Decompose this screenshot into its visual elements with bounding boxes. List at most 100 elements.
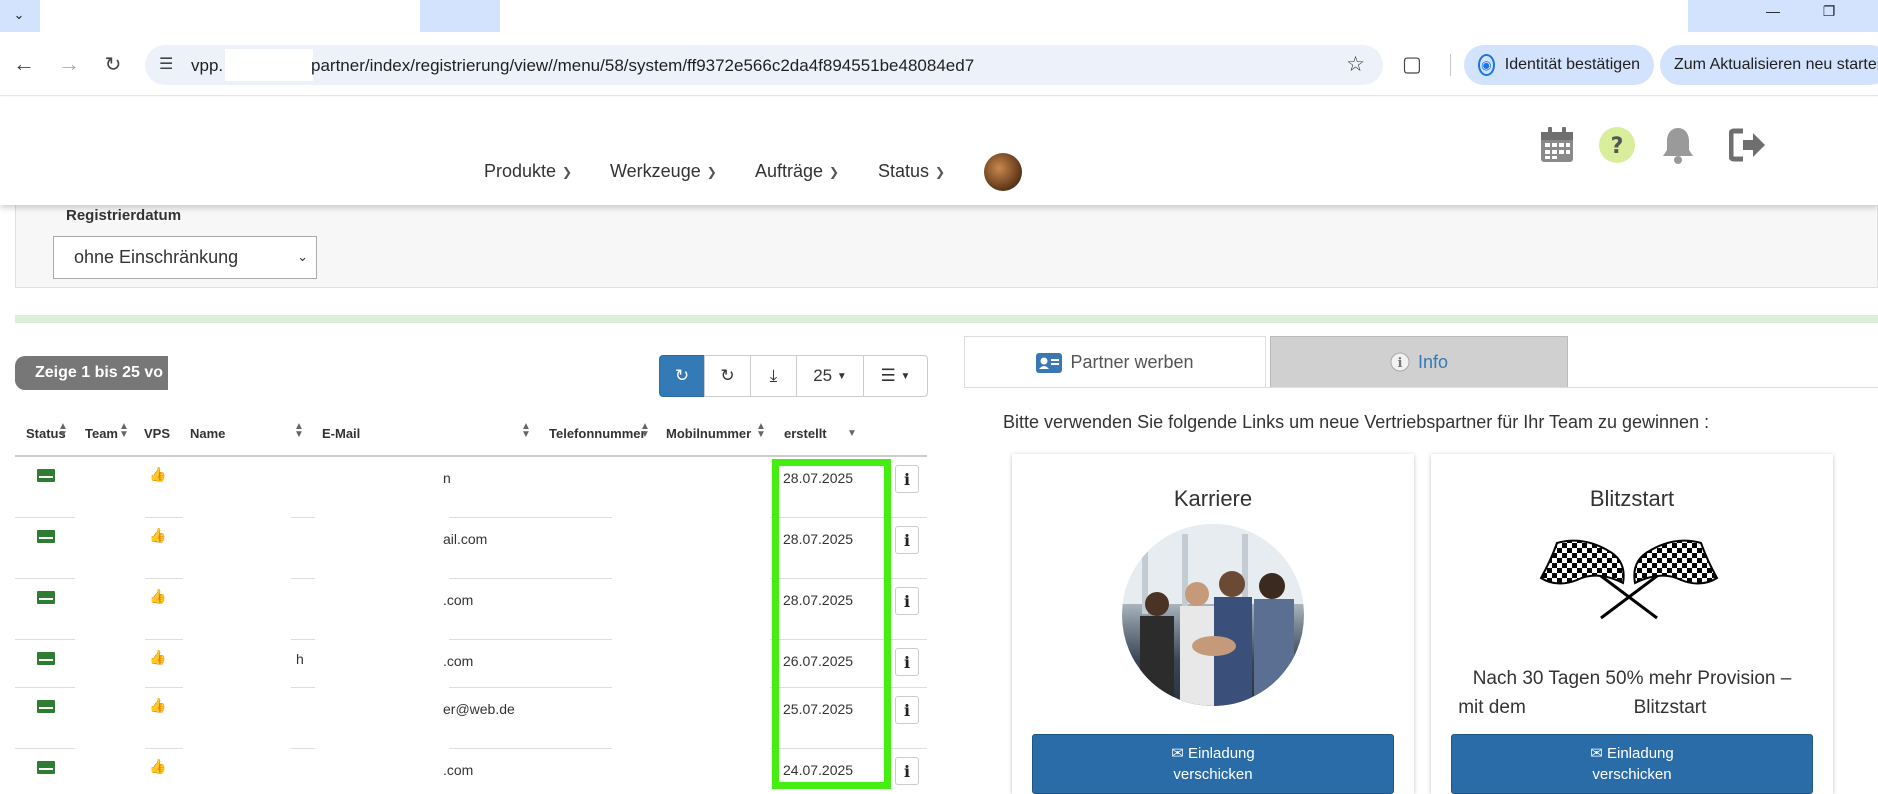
- calendar-icon[interactable]: [1537, 125, 1577, 165]
- email-cell: .com: [443, 653, 474, 669]
- chevron-down-icon: ❯: [829, 164, 840, 179]
- envelope-icon[interactable]: [37, 530, 55, 543]
- pagination-info: Zeige 1 bis 25 vo: [15, 356, 180, 390]
- logout-icon[interactable]: [1728, 125, 1768, 165]
- col-vps[interactable]: VPS: [144, 426, 170, 441]
- info-icon[interactable]: i: [895, 757, 919, 785]
- info-redaction: [168, 343, 375, 407]
- info-icon[interactable]: i: [895, 587, 919, 615]
- registration-date-value: ohne Einschränkung: [74, 247, 239, 267]
- thumbs-up-icon: 👍: [149, 758, 167, 774]
- sort-icon[interactable]: ▲ ▼: [119, 422, 129, 440]
- registration-date-select[interactable]: ohne Einschränkung ⌄: [53, 236, 317, 279]
- menu-auftraege[interactable]: Aufträge ❯: [755, 161, 839, 182]
- menu-werkzeuge[interactable]: Werkzeuge ❯: [610, 161, 717, 182]
- sort-icon[interactable]: ▲ ▼: [58, 422, 68, 440]
- chevron-down-icon: ❯: [935, 164, 946, 179]
- team-redaction: [75, 458, 145, 780]
- restore-icon[interactable]: ❐: [1806, 0, 1852, 22]
- invite-label-1: Einladung: [1607, 745, 1674, 762]
- sort-icon[interactable]: ▲ ▼: [521, 422, 531, 440]
- envelope-icon[interactable]: [37, 591, 55, 604]
- chevron-down-icon: ⌄: [297, 249, 308, 264]
- identity-button-label: Identität bestätigen: [1504, 56, 1640, 73]
- update-restart-button[interactable]: Zum Aktualisieren neu starten: [1660, 45, 1878, 85]
- page-size-dropdown[interactable]: 25 ▼: [796, 355, 864, 397]
- email-cell: .com: [443, 592, 474, 608]
- export-button[interactable]: ⤓: [750, 355, 797, 397]
- bell-icon[interactable]: [1658, 125, 1698, 165]
- col-team[interactable]: Team: [85, 426, 118, 441]
- col-phone[interactable]: Telefonnummer: [549, 426, 646, 441]
- back-arrow-icon[interactable]: ←: [8, 48, 40, 80]
- info-icon[interactable]: i: [895, 696, 919, 724]
- email-cell: .com: [443, 762, 474, 778]
- tab-partner-werben[interactable]: Partner werben: [964, 336, 1266, 388]
- tab-search-chevron-icon[interactable]: ⌄: [4, 2, 34, 28]
- info-icon[interactable]: i: [895, 648, 919, 676]
- invite-label-2: verschicken: [1592, 766, 1672, 783]
- info-icon[interactable]: i: [895, 465, 919, 493]
- thumbs-up-icon: 👍: [149, 649, 167, 665]
- app-header: Produkte ❯ Werkzeuge ❯ Aufträge ❯ Status ❯ ?: [0, 97, 1878, 205]
- col-mobile[interactable]: Mobilnummer: [666, 426, 751, 441]
- tab-redacted-2[interactable]: [500, 0, 1688, 34]
- tabs-divider: [964, 387, 1878, 388]
- avatar[interactable]: [984, 153, 1022, 191]
- caret-down-icon: ▼: [836, 370, 847, 382]
- download-icon: ⤓: [769, 366, 778, 385]
- col-created[interactable]: erstellt: [784, 426, 827, 441]
- list-icon: ☰: [880, 366, 896, 385]
- card-karriere-title: Karriere: [1173, 486, 1253, 511]
- refresh-button[interactable]: ↻: [659, 355, 705, 397]
- checkered-flags-icon: [1539, 539, 1719, 620]
- menu-status-label: Status: [878, 161, 930, 181]
- extensions-icon[interactable]: ▢: [1402, 52, 1422, 77]
- menu-status[interactable]: Status ❯: [878, 161, 945, 182]
- refresh-icon: ↻: [674, 366, 690, 385]
- browser-tab-bar: ⌄ — ❐: [0, 0, 1878, 34]
- tab-gap: [420, 0, 500, 34]
- envelope-icon[interactable]: [37, 469, 55, 482]
- tab-info[interactable]: i Info: [1270, 336, 1568, 388]
- bookmark-star-icon[interactable]: ☆: [1346, 52, 1365, 77]
- envelope-icon[interactable]: [37, 700, 55, 713]
- envelope-icon[interactable]: [37, 761, 55, 774]
- tab-info-label: Info: [1417, 351, 1449, 372]
- chevron-down-icon: ❯: [706, 164, 717, 179]
- email-cell: ail.com: [443, 531, 488, 547]
- card-blitzstart: Blitzstart Nach 30 Tagen 50% mehr Provis…: [1431, 454, 1833, 794]
- progress-divider: [15, 315, 1878, 323]
- help-icon[interactable]: ?: [1597, 125, 1637, 165]
- columns-dropdown[interactable]: ☰ ▼: [863, 355, 928, 397]
- karriere-invite-button[interactable]: ✉ Einladung verschicken: [1032, 734, 1394, 794]
- address-bar[interactable]: ☰ vpp. partner/index/registrierung/view/…: [145, 45, 1383, 85]
- identity-icon: ◉: [1478, 54, 1495, 76]
- menu-produkte-label: Produkte: [484, 161, 557, 181]
- blitzstart-invite-button[interactable]: ✉ Einladung verschicken: [1451, 734, 1813, 794]
- sort-icon[interactable]: ▲ ▼: [294, 422, 304, 440]
- reload-icon[interactable]: ↻: [97, 48, 129, 80]
- sort-icon[interactable]: ▲ ▼: [756, 422, 766, 440]
- sort-icon[interactable]: ▲ ▼: [640, 422, 650, 440]
- site-settings-icon[interactable]: ☰: [159, 54, 173, 74]
- forward-arrow-icon[interactable]: →: [53, 48, 85, 80]
- col-name[interactable]: Name: [190, 426, 225, 441]
- info-icon[interactable]: i: [895, 526, 919, 554]
- caret-down-icon: ▼: [900, 370, 911, 382]
- id-card-icon: [1036, 352, 1063, 373]
- sort-desc-icon[interactable]: ▼: [847, 429, 857, 439]
- identity-confirm-button[interactable]: ◉ Identität bestätigen: [1464, 45, 1654, 85]
- menu-werkzeuge-label: Werkzeuge: [610, 161, 701, 181]
- created-column-highlight: [772, 459, 891, 789]
- tab-redacted[interactable]: [40, 0, 420, 34]
- menu-produkte[interactable]: Produkte ❯: [484, 161, 572, 182]
- browser-toolbar: ← → ↻ ☰ vpp. partner/index/registrierung…: [0, 32, 1878, 96]
- minimize-icon[interactable]: —: [1750, 0, 1796, 22]
- url-prefix: vpp.: [191, 56, 224, 75]
- col-email[interactable]: E-Mail: [322, 426, 360, 441]
- envelope-icon[interactable]: [37, 652, 55, 665]
- thumbs-up-icon: 👍: [149, 588, 167, 604]
- blitzstart-text-1: Nach 30 Tagen 50% mehr Provision –: [1472, 668, 1792, 689]
- reset-button[interactable]: ↻: [704, 355, 751, 397]
